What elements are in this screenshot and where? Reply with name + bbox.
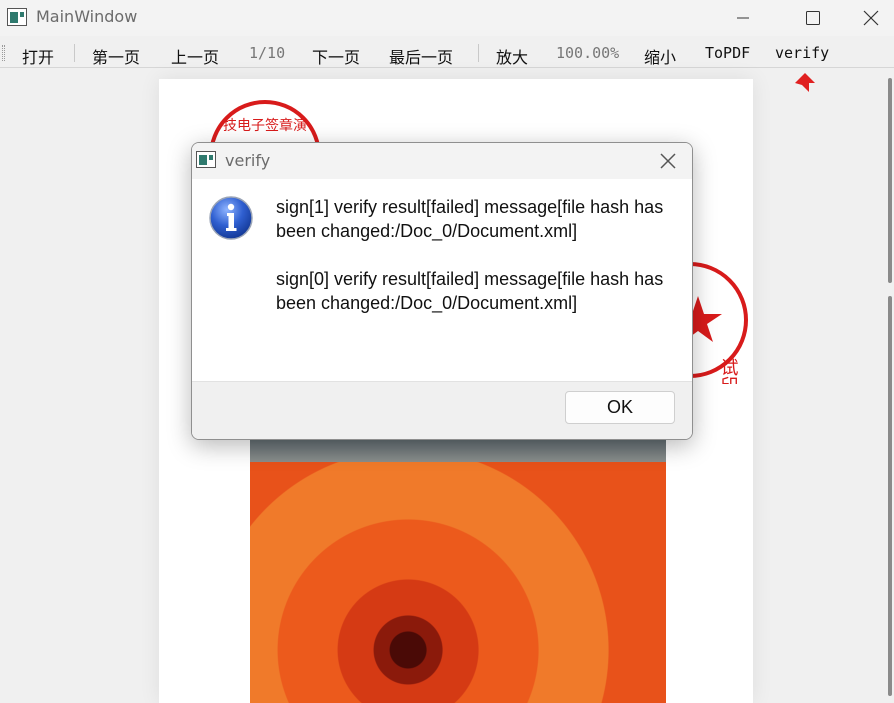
- minimize-icon: [737, 17, 749, 19]
- prev-page-button[interactable]: 上一页: [171, 44, 219, 68]
- dialog-title-bar: verify: [192, 143, 692, 179]
- open-button[interactable]: 打开: [22, 44, 54, 68]
- window-title: MainWindow: [36, 7, 138, 26]
- dialog-button-bar: OK: [192, 381, 692, 439]
- minimize-button[interactable]: [720, 0, 766, 34]
- maximize-button[interactable]: [790, 0, 836, 34]
- close-icon: [863, 10, 879, 26]
- verify-dialog: verify sign[1] verify result[failed] mes…: [191, 142, 693, 440]
- seal-right-text: 试印章: [718, 358, 739, 384]
- scrollbar-thumb[interactable]: [888, 78, 892, 283]
- first-page-button[interactable]: 第一页: [92, 44, 140, 68]
- app-window-icon: [7, 8, 27, 26]
- toolbar-separator: [478, 44, 479, 62]
- last-page-button[interactable]: 最后一页: [389, 44, 453, 68]
- verify-message-sign1: sign[1] verify result[failed] message[fi…: [276, 197, 664, 241]
- dialog-title: verify: [225, 151, 271, 170]
- zoom-out-button[interactable]: 缩小: [644, 44, 676, 68]
- page-indicator: 1/10: [249, 44, 286, 62]
- next-page-button[interactable]: 下一页: [312, 44, 360, 68]
- toolbar-separator: [74, 44, 75, 62]
- verify-button[interactable]: verify: [775, 44, 829, 62]
- dialog-close-button[interactable]: [654, 147, 682, 175]
- ok-button[interactable]: OK: [565, 391, 675, 424]
- flower-image: [250, 462, 666, 703]
- close-icon: [660, 153, 676, 169]
- scrollbar-thumb-lower[interactable]: [888, 296, 892, 696]
- info-icon: [209, 196, 253, 240]
- page-photo: [250, 420, 666, 703]
- zoom-level: 100.00%: [556, 44, 620, 62]
- close-button[interactable]: [848, 0, 894, 34]
- title-bar: MainWindow: [0, 0, 894, 36]
- verify-message-sign0: sign[0] verify result[failed] message[fi…: [276, 269, 664, 313]
- toolbar-grip[interactable]: [2, 45, 5, 61]
- dialog-window-icon: [196, 151, 216, 168]
- toolbar: 打开 第一页 上一页 1/10 下一页 最后一页 放大 100.00% 缩小 T…: [0, 38, 894, 68]
- pointer-icon: [795, 73, 815, 92]
- dialog-message: sign[1] verify result[failed] message[fi…: [276, 195, 676, 339]
- seal-top-text: 技电子签章演: [223, 117, 307, 134]
- to-pdf-button[interactable]: ToPDF: [705, 44, 750, 62]
- zoom-in-button[interactable]: 放大: [496, 44, 528, 68]
- maximize-icon: [806, 11, 820, 25]
